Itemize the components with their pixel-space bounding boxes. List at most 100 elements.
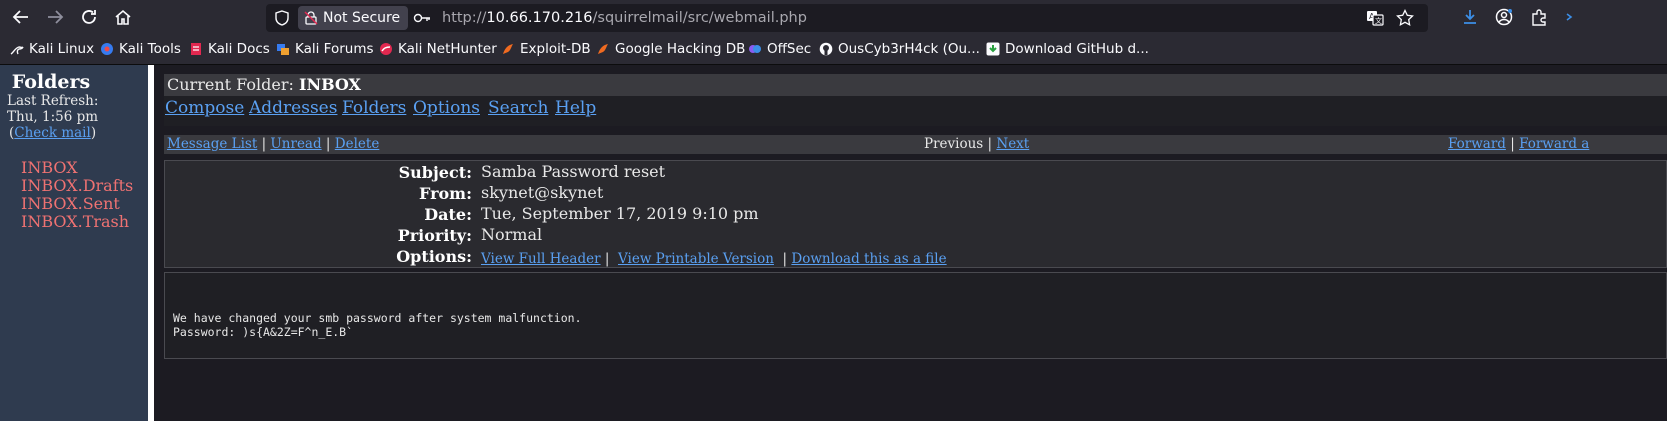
extensions-icon[interactable] — [1530, 8, 1548, 26]
kali-forums-icon — [277, 44, 289, 55]
bookmark-offsec[interactable]: OffSec — [748, 34, 811, 64]
bookmark-kali-docs[interactable]: Kali Docs — [189, 34, 270, 64]
insecure-lock-icon — [304, 11, 318, 25]
folder-inbox-drafts[interactable]: INBOX.Drafts — [21, 176, 133, 195]
bookmark-label: OusCyb3rH4ck (Ou... — [838, 41, 980, 57]
from-value: skynet@skynet — [481, 183, 604, 202]
bookmark-google-hacking-db[interactable]: Google Hacking DB — [596, 34, 745, 64]
check-mail-link[interactable]: Check mail — [14, 125, 91, 141]
date-value: Tue, September 17, 2019 9:10 pm — [481, 204, 759, 223]
check-mail-wrapper: (Check mail) — [9, 125, 97, 141]
folder-pane: Folders Last Refresh: Thu, 1:56 pm (Chec… — [0, 65, 148, 421]
bookmark-label: Download GitHub d... — [1005, 41, 1149, 57]
github-icon — [819, 42, 833, 56]
kali-tools-icon — [101, 43, 113, 55]
message-pane: Current Folder: INBOX Compose Addresses … — [154, 65, 1667, 421]
overflow-icon[interactable] — [1560, 8, 1578, 26]
url-path: /squirrelmail/src/webmail.php — [592, 10, 807, 26]
bookmark-label: Exploit-DB — [520, 41, 591, 57]
forward-as-attachment-link[interactable]: Forward a — [1519, 136, 1589, 152]
options-label: Options: — [396, 247, 472, 266]
folder-inbox[interactable]: INBOX — [21, 158, 78, 177]
last-refresh-time: Thu, 1:56 pm — [7, 109, 99, 125]
menu-options[interactable]: Options — [413, 98, 480, 118]
url-host: 10.66.170.216 — [486, 10, 593, 26]
message-body: We have changed your smb password after … — [164, 272, 1667, 359]
bookmark-ouscyb3rh4ck[interactable]: OusCyb3rH4ck (Ou... — [819, 34, 980, 64]
url-bar[interactable]: Not Secure http://10.66.170.216/squirrel… — [266, 4, 1428, 32]
bookmark-kali-linux[interactable]: Kali Linux — [10, 34, 94, 64]
not-secure-label: Not Secure — [323, 10, 401, 26]
url-scheme: http:// — [442, 10, 487, 26]
message-nav-bar: Message List | Unread | Delete Previous … — [164, 135, 1667, 154]
subject-value: Samba Password reset — [481, 162, 666, 181]
forward-link[interactable]: Forward — [1448, 136, 1506, 152]
menu-addresses[interactable]: Addresses — [249, 98, 337, 118]
downloads-icon[interactable] — [1461, 8, 1479, 26]
date-label: Date: — [424, 205, 472, 224]
download-icon — [986, 42, 1000, 56]
priority-label: Priority: — [397, 226, 472, 245]
ghdb-icon — [598, 44, 608, 54]
bookmark-label: Kali Forums — [295, 41, 374, 57]
view-full-header-link[interactable]: View Full Header — [481, 251, 601, 267]
menu-help[interactable]: Help — [555, 98, 596, 118]
options-links: View Full Header | View Printable Versio… — [481, 251, 947, 267]
priority-value: Normal — [481, 225, 543, 244]
svg-text:文: 文 — [1375, 16, 1382, 25]
kali-icon — [10, 46, 24, 55]
home-icon[interactable] — [111, 5, 135, 29]
offsec-icon — [749, 45, 761, 53]
menu-search[interactable]: Search — [488, 98, 548, 118]
view-printable-version-link[interactable]: View Printable Version — [618, 251, 774, 267]
forward-icon[interactable] — [43, 5, 67, 29]
body-line-2: Password: )s{A&2Z=F^n_E.B` — [173, 325, 354, 339]
unread-link[interactable]: Unread — [270, 136, 321, 152]
bookmark-kali-nethunter[interactable]: Kali NetHunter — [379, 34, 497, 64]
message-headers: Subject: Samba Password reset From: skyn… — [164, 160, 1667, 268]
not-secure-badge[interactable]: Not Secure — [298, 6, 409, 30]
key-icon[interactable] — [413, 10, 431, 26]
from-label: From: — [418, 184, 472, 203]
bookmark-label: Kali Tools — [119, 41, 181, 57]
reload-icon[interactable] — [77, 5, 101, 29]
folder-inbox-sent[interactable]: INBOX.Sent — [21, 194, 120, 213]
message-list-link[interactable]: Message List — [167, 136, 257, 152]
folders-title: Folders — [11, 71, 91, 93]
current-folder-name: INBOX — [298, 75, 361, 94]
bookmark-kali-tools[interactable]: Kali Tools — [100, 34, 181, 64]
main-menu: Compose Addresses Folders Options Search… — [164, 96, 1667, 126]
subject-label: Subject: — [398, 163, 472, 182]
download-as-file-link[interactable]: Download this as a file — [791, 251, 946, 267]
bookmark-star-icon[interactable] — [1396, 9, 1414, 27]
account-icon[interactable] — [1495, 8, 1513, 26]
bookmark-label: Kali Linux — [29, 41, 95, 57]
translate-icon[interactable]: A文 — [1366, 9, 1384, 27]
url-text[interactable]: http://10.66.170.216/squirrelmail/src/we… — [442, 4, 807, 32]
browser-toolbar: Not Secure http://10.66.170.216/squirrel… — [0, 0, 1667, 34]
bookmark-download-github[interactable]: Download GitHub d... — [986, 34, 1149, 64]
bookmark-label: Kali Docs — [208, 41, 270, 57]
bookmark-exploit-db[interactable]: Exploit-DB — [501, 34, 591, 64]
current-folder-bar: Current Folder: INBOX — [164, 74, 1667, 96]
bookmarks-toolbar: Kali Linux Kali Tools Kali Docs Kali For… — [0, 34, 1667, 65]
next-link[interactable]: Next — [996, 136, 1029, 152]
previous-label: Previous — [924, 136, 984, 152]
current-folder-label: Current Folder: — [167, 75, 299, 94]
kali-docs-icon — [191, 43, 201, 55]
exploitdb-icon — [503, 44, 513, 54]
nethunter-icon — [380, 43, 392, 55]
menu-compose[interactable]: Compose — [165, 98, 244, 118]
message-body-text: We have changed your smb password after … — [173, 311, 582, 339]
delete-link[interactable]: Delete — [335, 136, 380, 152]
bookmark-label: Kali NetHunter — [398, 41, 497, 57]
body-line-1: We have changed your smb password after … — [173, 311, 582, 325]
back-icon[interactable] — [9, 5, 33, 29]
bookmark-label: Google Hacking DB — [615, 41, 746, 57]
shield-icon[interactable] — [274, 10, 290, 26]
bookmark-label: OffSec — [767, 41, 812, 57]
bookmark-kali-forums[interactable]: Kali Forums — [276, 34, 374, 64]
menu-folders[interactable]: Folders — [342, 98, 406, 118]
last-refresh-label: Last Refresh: — [7, 93, 99, 109]
folder-inbox-trash[interactable]: INBOX.Trash — [21, 212, 129, 231]
